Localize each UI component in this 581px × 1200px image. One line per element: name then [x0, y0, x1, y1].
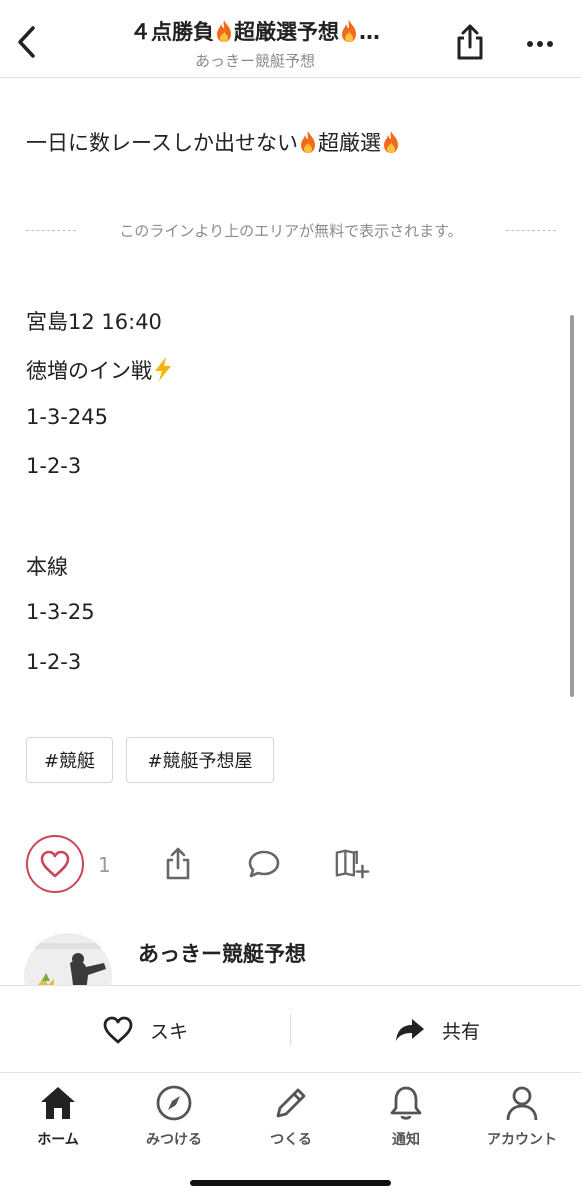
- tab-discover[interactable]: みつける: [124, 1083, 224, 1149]
- like-button[interactable]: [26, 835, 84, 893]
- like-bar-button[interactable]: スキ: [102, 986, 188, 1074]
- like-bar-label: スキ: [150, 1020, 189, 1043]
- tab-label: 通知: [392, 1132, 420, 1148]
- scrollbar[interactable]: [570, 315, 574, 697]
- tab-label: つくる: [270, 1132, 312, 1148]
- more-dots-icon: [527, 41, 553, 47]
- share-arrow-icon: [396, 1019, 424, 1041]
- lightning-icon: [155, 357, 171, 381]
- pencil-icon: [271, 1083, 311, 1123]
- more-menu-button[interactable]: [518, 28, 562, 60]
- compass-icon: [154, 1083, 194, 1123]
- chevron-left-icon: [18, 26, 35, 58]
- tab-account[interactable]: アカウント: [472, 1083, 572, 1149]
- race-comment: 徳増のイン戦: [26, 355, 174, 385]
- tab-label: ホーム: [37, 1132, 79, 1148]
- add-to-magazine-button[interactable]: [334, 845, 370, 883]
- lead-text: 一日に数レースしか出せない 超厳選: [26, 127, 401, 157]
- top-header: ４点勝負 超厳選予想… あっきー競艇予想: [0, 0, 581, 78]
- main-line-2: 1-2-3: [26, 650, 82, 674]
- comment-icon: [248, 850, 280, 878]
- share-bar-button[interactable]: 共有: [394, 986, 480, 1074]
- share-icon: [457, 24, 483, 60]
- tag-boatrace[interactable]: #競艇: [26, 737, 113, 783]
- race-info: 宮島12 16:40: [26, 310, 162, 334]
- fire-icon: [300, 131, 315, 153]
- tab-create[interactable]: つくる: [241, 1083, 341, 1149]
- magazine-add-icon: [335, 849, 370, 879]
- pick-line-1: 1-3-245: [26, 405, 108, 429]
- comment-button[interactable]: [246, 845, 282, 883]
- paywall-notice: このラインより上のエリアが無料で表示されます。: [119, 221, 463, 240]
- fire-icon: [217, 20, 231, 42]
- divider-dash-right: [506, 229, 556, 231]
- heart-icon: [40, 850, 70, 878]
- main-line-1: 1-3-25: [26, 600, 95, 624]
- heart-icon: [103, 1016, 133, 1044]
- tab-home[interactable]: ホーム: [8, 1083, 108, 1149]
- author-name[interactable]: あっきー競艇予想: [138, 938, 306, 968]
- header-title-area: ４点勝負 超厳選予想… あっきー競艇予想: [70, 16, 440, 71]
- share-bar-label: 共有: [442, 1020, 481, 1043]
- tab-label: アカウント: [487, 1132, 557, 1148]
- divider-dash-left: [26, 229, 76, 231]
- pick-line-2: 1-2-3: [26, 454, 82, 478]
- fire-icon: [383, 131, 398, 153]
- fire-icon: [342, 20, 356, 42]
- bar-separator: [290, 1014, 291, 1046]
- share-icon: [166, 847, 190, 880]
- main-label: 本線: [26, 555, 68, 579]
- tab-label: みつける: [146, 1132, 202, 1148]
- person-icon: [502, 1083, 542, 1123]
- home-icon: [38, 1083, 78, 1123]
- paywall-divider: このラインより上のエリアが無料で表示されます。: [26, 220, 556, 240]
- bell-icon: [386, 1083, 426, 1123]
- share-button-top[interactable]: [448, 18, 492, 66]
- bottom-action-bar: スキ 共有: [0, 985, 581, 1073]
- back-button[interactable]: [8, 22, 44, 62]
- page-title: ４点勝負 超厳選予想…: [130, 20, 380, 44]
- tab-notifications[interactable]: 通知: [356, 1083, 456, 1149]
- like-count: 1: [98, 853, 111, 877]
- tag-boatrace-tipster[interactable]: #競艇予想屋: [126, 737, 274, 783]
- author-subtitle: あっきー競艇予想: [194, 52, 315, 70]
- home-indicator: [190, 1180, 391, 1186]
- share-action-button[interactable]: [160, 845, 196, 883]
